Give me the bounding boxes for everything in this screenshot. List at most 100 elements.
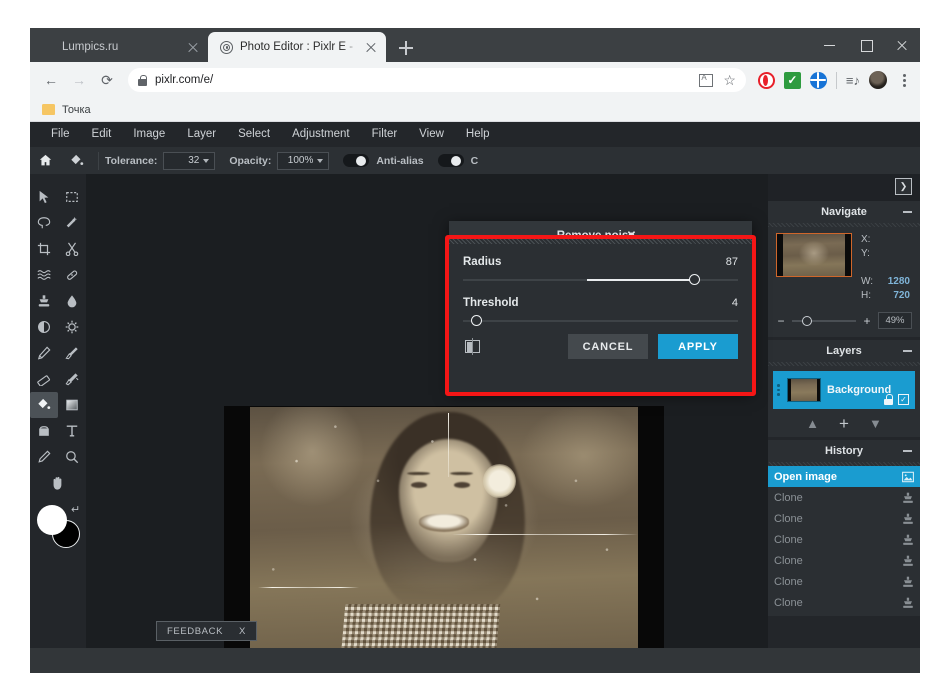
layer-row-background[interactable]: Background ✓ [773,371,915,409]
reload-button[interactable]: ⟳ [94,67,120,93]
address-bar[interactable]: pixlr.com/e/ ☆ [128,68,746,92]
minimize-icon[interactable] [903,450,912,452]
pen-icon[interactable] [30,340,58,366]
history-item-clone[interactable]: Clone [768,508,920,529]
gradient-tool[interactable] [58,392,86,418]
magic-wand-tool[interactable] [58,210,86,236]
menu-edit[interactable]: Edit [81,122,123,147]
layers-panel-header[interactable]: Layers [768,340,920,362]
scissors-icon[interactable] [58,236,86,262]
lasso-tool[interactable] [30,210,58,236]
history-item-clone[interactable]: Clone [768,571,920,592]
avatar[interactable] [869,71,887,89]
paintbrush-icon[interactable] [58,340,86,366]
history-item-clone[interactable]: Clone [768,592,920,613]
minimize-icon[interactable] [903,350,912,352]
close-icon[interactable] [186,40,200,54]
fill-tool[interactable] [30,392,58,418]
chevron-down-icon[interactable]: ▼ [869,416,882,431]
sharpen-tool[interactable] [58,314,86,340]
menu-kebab-icon[interactable] [896,72,912,89]
lock-icon[interactable] [884,394,893,405]
translate-icon[interactable] [699,74,713,87]
visibility-checkbox[interactable]: ✓ [898,394,909,405]
home-icon[interactable] [30,147,61,174]
threshold-slider-handle[interactable] [471,315,482,326]
zoom-tool[interactable] [58,444,86,470]
history-item-clone[interactable]: Clone [768,529,920,550]
plus-icon[interactable]: + [839,417,849,430]
split-preview-icon[interactable] [463,338,482,355]
close-icon[interactable] [364,40,378,54]
marquee-select-tool[interactable] [58,184,86,210]
apply-button[interactable]: APPLY [658,334,738,359]
close-icon[interactable]: ✕ [627,228,637,239]
droplet-icon[interactable] [58,288,86,314]
dialog-title-bar[interactable]: Remove noise ✕ [449,221,752,239]
color-picker-tool[interactable] [30,444,58,470]
new-tab-button[interactable] [392,34,420,62]
threshold-slider[interactable] [463,320,738,322]
expand-right-icon[interactable]: ❯ [895,178,912,195]
menu-help[interactable]: Help [455,122,501,147]
reading-list-icon[interactable]: ≡♪ [846,72,860,89]
menu-adjustment[interactable]: Adjustment [281,122,361,147]
forward-button[interactable]: → [66,67,92,93]
arrow-select-tool[interactable] [30,184,58,210]
text-tool[interactable] [58,418,86,444]
bookmark-item-tochka[interactable]: Точка [62,104,91,116]
history-item-clone[interactable]: Clone [768,613,920,616]
navigate-panel-header[interactable]: Navigate [768,201,920,223]
opacity-field[interactable]: 100% [277,152,329,170]
shape-tool[interactable] [30,418,58,444]
drag-handle-icon[interactable] [777,384,781,396]
history-item-clone[interactable]: Clone [768,550,920,571]
tolerance-field[interactable]: 32 [163,152,215,170]
menu-layer[interactable]: Layer [176,122,227,147]
history-item-open-image[interactable]: Open image [768,466,920,487]
menu-view[interactable]: View [408,122,455,147]
replace-color-tool[interactable] [58,366,86,392]
globe-icon[interactable] [810,72,827,89]
clone-stamp-tool[interactable] [30,288,58,314]
zoom-out-button[interactable]: − [776,314,786,328]
close-icon[interactable] [884,28,920,62]
foreground-color-swatch[interactable] [37,505,67,535]
dodge-burn-tool[interactable] [30,314,58,340]
contiguous-toggle[interactable] [438,154,464,167]
opera-icon[interactable] [758,72,775,89]
zoom-level-field[interactable]: 49% [878,312,912,329]
swap-arrows-icon[interactable]: ↵ [71,503,80,516]
eraser-icon[interactable] [30,366,58,392]
minimize-icon[interactable] [903,211,912,213]
browser-tab-pixlr[interactable]: Photo Editor : Pixlr E - free image [208,32,386,62]
antialias-toggle[interactable] [343,154,369,167]
history-item-label: Clone [774,513,803,525]
zoom-slider[interactable] [792,320,856,322]
maximize-icon[interactable] [848,28,884,62]
history-item-clone[interactable]: Clone [768,487,920,508]
browser-tab-lumpics[interactable]: Lumpics.ru [30,32,208,62]
close-icon[interactable]: X [239,626,246,637]
crop-tool[interactable] [30,236,58,262]
liquify-tool[interactable] [30,262,58,288]
cancel-button[interactable]: CANCEL [568,334,648,359]
feedback-bar[interactable]: FEEDBACK X [156,621,257,641]
history-panel-header[interactable]: History [768,440,920,462]
menu-image[interactable]: Image [122,122,176,147]
checkmark-icon[interactable]: ✓ [784,72,801,89]
hand-tool[interactable] [30,470,86,496]
menu-file[interactable]: File [40,122,81,147]
navigator-thumbnail[interactable] [776,233,852,277]
menu-filter[interactable]: Filter [361,122,409,147]
radius-slider[interactable] [463,279,738,281]
chevron-up-icon[interactable]: ▲ [806,416,819,431]
radius-slider-handle[interactable] [689,274,700,285]
menu-select[interactable]: Select [227,122,281,147]
back-button[interactable]: ← [38,67,64,93]
zoom-in-button[interactable]: + [862,314,872,328]
heal-tool[interactable] [58,262,86,288]
bookmark-star-icon[interactable]: ☆ [723,73,736,87]
zoom-slider-handle[interactable] [802,316,812,326]
minimize-icon[interactable] [812,28,848,62]
